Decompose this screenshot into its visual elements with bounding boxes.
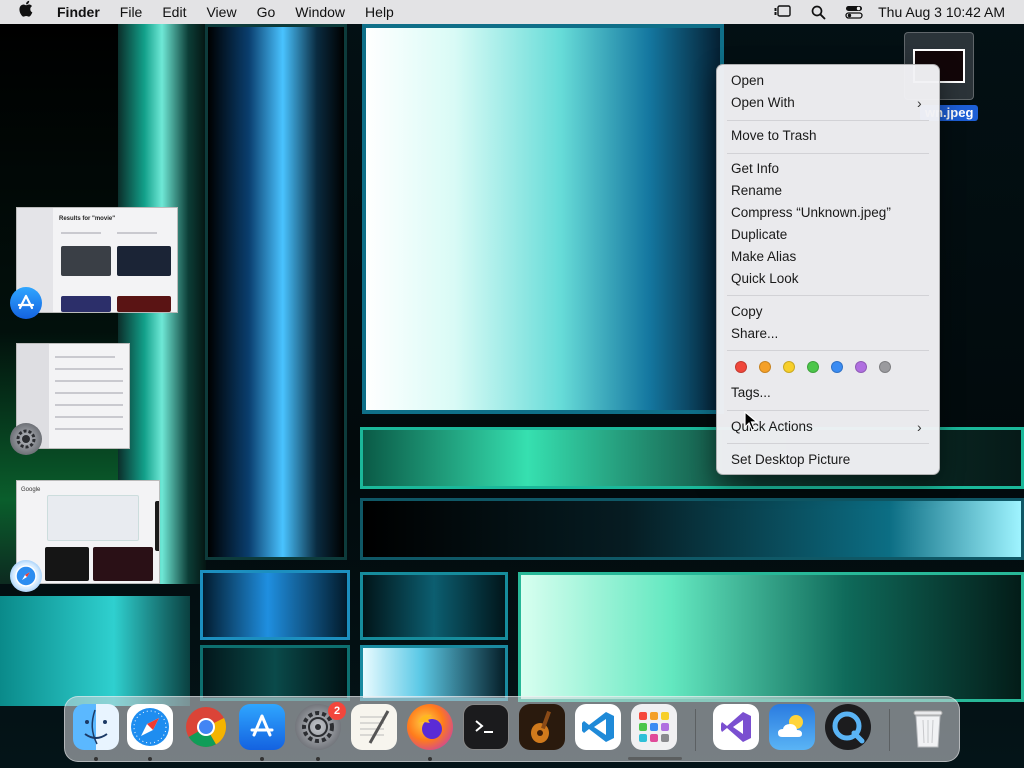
dock xyxy=(64,696,960,762)
chevron-right-icon: › xyxy=(917,95,922,111)
menu-separator xyxy=(727,443,929,444)
wallpaper-panel xyxy=(360,572,508,640)
menu-item-compress[interactable]: Compress “Unknown.jpeg” xyxy=(731,204,891,222)
safari-icon xyxy=(10,560,42,592)
thumbnail-line xyxy=(55,392,123,394)
running-indicator xyxy=(428,757,432,761)
running-indicator xyxy=(94,757,98,761)
spotlight-search-icon[interactable] xyxy=(800,0,836,24)
red-tag-dot[interactable] xyxy=(735,361,747,373)
vscode-icon[interactable] xyxy=(575,704,621,750)
gray-tag-dot[interactable] xyxy=(879,361,891,373)
wallpaper-panel xyxy=(200,570,350,640)
menu-item-get-info[interactable]: Get Info xyxy=(731,160,779,178)
stage-manager-icon[interactable] xyxy=(764,0,800,24)
orange-tag-dot[interactable] xyxy=(759,361,771,373)
wallpaper-panel xyxy=(360,498,1024,560)
menu-file[interactable]: File xyxy=(110,0,153,24)
weather-icon[interactable] xyxy=(769,704,815,750)
menu-bar: Finder File Edit View Go Window Help Thu… xyxy=(0,0,1024,24)
thumbnail-tile xyxy=(61,296,111,312)
visual-studio-icon[interactable] xyxy=(713,704,759,750)
menu-app-name[interactable]: Finder xyxy=(47,0,110,24)
wallpaper-panel xyxy=(360,645,508,701)
thumbnail-tile xyxy=(117,246,171,276)
thumbnail-line xyxy=(61,232,101,234)
thumbnail-tile xyxy=(45,547,89,581)
app-store-icon[interactable] xyxy=(239,704,285,750)
thumbnail-tile xyxy=(47,495,139,541)
menu-item-make-alias[interactable]: Make Alias xyxy=(731,248,796,266)
purple-tag-dot[interactable] xyxy=(855,361,867,373)
menu-item-move-to-trash[interactable]: Move to Trash xyxy=(731,127,817,145)
blue-tag-dot[interactable] xyxy=(831,361,843,373)
apple-menu[interactable] xyxy=(0,0,47,24)
menu-item-copy[interactable]: Copy xyxy=(731,303,763,321)
thumbnail-tile xyxy=(155,501,159,551)
menu-separator xyxy=(727,350,929,351)
menu-window[interactable]: Window xyxy=(285,0,355,24)
thumbnail-tile xyxy=(61,246,111,276)
garageband-icon[interactable] xyxy=(519,704,565,750)
menu-separator xyxy=(727,153,929,154)
thumbnail-line xyxy=(55,368,123,370)
wallpaper-panel xyxy=(205,24,347,560)
thumbnail-title: Results for "movie" xyxy=(59,216,116,222)
menu-separator xyxy=(727,295,929,296)
thumbnail-line xyxy=(55,404,123,406)
menu-separator xyxy=(727,120,929,121)
mouse-cursor-icon xyxy=(744,411,758,431)
dock-separator xyxy=(889,709,890,751)
thumbnail-line xyxy=(55,356,115,358)
apple-icon xyxy=(18,0,33,24)
running-indicator xyxy=(260,757,264,761)
menu-item-open[interactable]: Open xyxy=(731,72,764,90)
finder-icon[interactable] xyxy=(73,704,119,750)
menu-item-open-with[interactable]: Open With xyxy=(731,94,795,112)
menu-item-quick-look[interactable]: Quick Look xyxy=(731,270,799,288)
quicktime-icon[interactable] xyxy=(825,704,871,750)
menu-edit[interactable]: Edit xyxy=(152,0,196,24)
thumbnail-line xyxy=(117,232,157,234)
menu-view[interactable]: View xyxy=(196,0,246,24)
thumbnail-line xyxy=(55,380,123,382)
running-indicator xyxy=(316,757,320,761)
menu-item-share[interactable]: Share... xyxy=(731,325,778,343)
menu-item-set-desktop-picture[interactable]: Set Desktop Picture xyxy=(731,451,850,469)
thumbnail-line xyxy=(55,428,123,430)
yellow-tag-dot[interactable] xyxy=(783,361,795,373)
firefox-icon[interactable] xyxy=(407,704,453,750)
notification-badge: 2 xyxy=(328,702,346,720)
chevron-right-icon: › xyxy=(917,419,922,435)
menu-item-tags[interactable]: Tags... xyxy=(731,384,771,402)
wallpaper-panel xyxy=(0,596,190,706)
app-store-icon xyxy=(10,287,42,319)
menu-help[interactable]: Help xyxy=(355,0,404,24)
thumbnail-title: Google xyxy=(21,487,41,493)
menu-go[interactable]: Go xyxy=(247,0,286,24)
launchpad-icon[interactable] xyxy=(631,704,677,750)
wallpaper-panel xyxy=(200,645,350,701)
terminal-icon[interactable] xyxy=(463,704,509,750)
control-center-icon[interactable] xyxy=(836,0,872,24)
thumbnail-line xyxy=(55,416,123,418)
safari-icon[interactable] xyxy=(127,704,173,750)
running-indicator xyxy=(148,757,152,761)
textedit-icon[interactable] xyxy=(351,704,397,750)
dock-separator xyxy=(695,709,696,751)
system-settings-icon xyxy=(10,423,42,455)
menu-bar-clock[interactable]: Thu Aug 3 10:42 AM xyxy=(872,4,1024,20)
menu-bar-status: Thu Aug 3 10:42 AM xyxy=(764,0,1024,24)
thumbnail-tile xyxy=(117,296,171,312)
thumbnail-tile xyxy=(93,547,153,581)
dock-scroll-indicator xyxy=(628,757,682,760)
wallpaper-panel xyxy=(518,572,1024,702)
chrome-icon[interactable] xyxy=(183,704,229,750)
menu-item-duplicate[interactable]: Duplicate xyxy=(731,226,787,244)
green-tag-dot[interactable] xyxy=(807,361,819,373)
trash-icon[interactable] xyxy=(905,704,951,750)
menu-item-rename[interactable]: Rename xyxy=(731,182,782,200)
wallpaper-panel xyxy=(362,24,724,414)
